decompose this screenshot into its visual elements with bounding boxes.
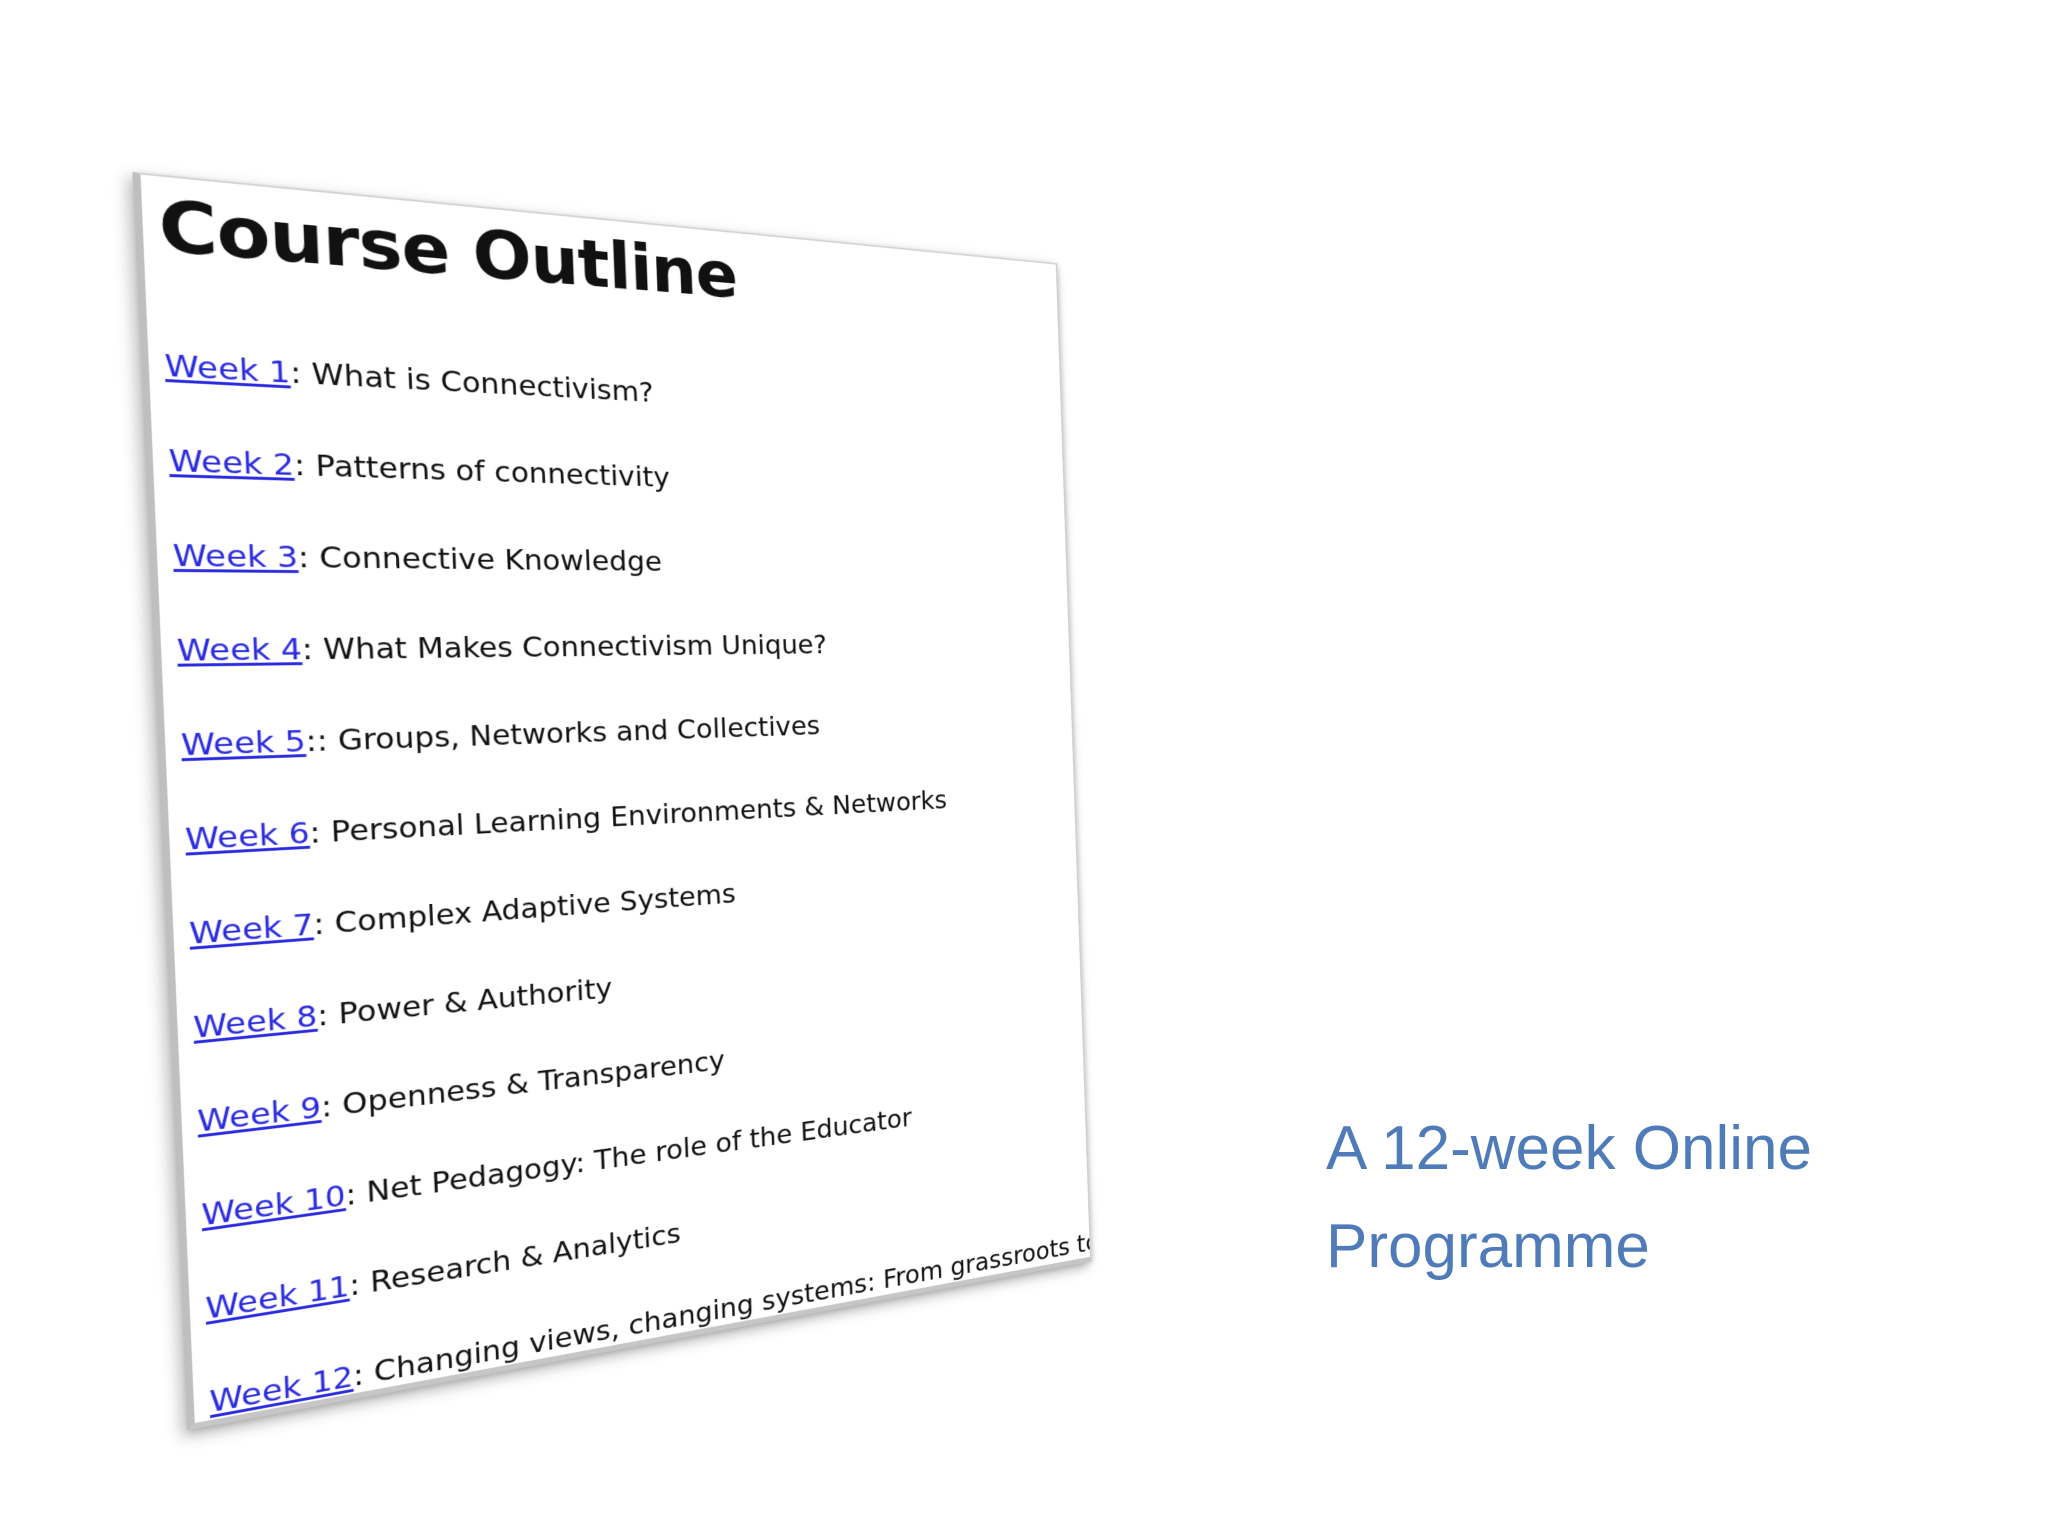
week-1-link[interactable]: Week 1 xyxy=(164,348,291,391)
week-item-3: Week 3: Connective Knowledge xyxy=(172,538,1068,633)
week-topic: What Makes Connectivism Unique? xyxy=(322,629,828,667)
week-6-link[interactable]: Week 6 xyxy=(184,816,310,858)
course-outline-panel: Course Outline Week 1: What is Connectiv… xyxy=(132,171,1092,1431)
week-7-link[interactable]: Week 7 xyxy=(188,907,314,951)
week-separator: : xyxy=(320,1087,344,1125)
week-separator: :: xyxy=(304,723,339,759)
week-topic: What is Connectivism? xyxy=(311,356,655,409)
caption-line-1: A 12-week Online xyxy=(1326,1114,1812,1183)
week-separator: : xyxy=(293,447,317,484)
week-separator: : xyxy=(348,1265,371,1304)
week-separator: : xyxy=(344,1175,368,1213)
week-5-link[interactable]: Week 5 xyxy=(180,724,306,763)
week-topic: Connective Knowledge xyxy=(318,540,663,578)
week-separator: : xyxy=(312,905,336,942)
week-separator: : xyxy=(297,539,321,575)
course-outline-title: Course Outline xyxy=(156,183,739,313)
week-2-link[interactable]: Week 2 xyxy=(168,443,295,483)
week-separator: : xyxy=(301,631,324,667)
slide-stage: Course Outline Week 1: What is Connectiv… xyxy=(0,0,2048,1536)
week-separator: : xyxy=(352,1355,375,1394)
week-separator: : xyxy=(308,814,332,851)
week-separator: : xyxy=(316,996,340,1034)
week-3-link[interactable]: Week 3 xyxy=(172,538,299,575)
week-separator: : xyxy=(289,355,313,392)
programme-caption: A 12-week Online Programme xyxy=(1326,1100,1946,1296)
week-4-link[interactable]: Week 4 xyxy=(176,632,302,669)
caption-line-2: Programme xyxy=(1326,1212,1650,1281)
week-list: Week 1: What is Connectivism? Week 2: Pa… xyxy=(164,348,1092,1431)
